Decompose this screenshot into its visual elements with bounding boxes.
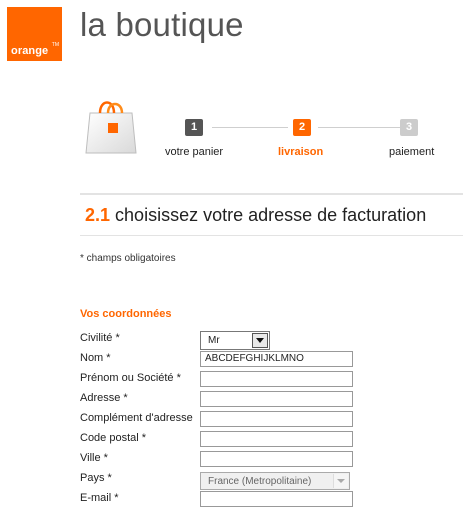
prenom-field[interactable] (200, 371, 353, 387)
shopping-bag-icon (85, 101, 137, 154)
email-label: E-mail * (80, 492, 119, 504)
nom-field[interactable] (200, 351, 353, 367)
email-field[interactable] (200, 491, 353, 507)
adresse-field[interactable] (200, 391, 353, 407)
prenom-label: Prénom ou Société * (80, 372, 181, 384)
pays-select[interactable]: France (Metropolitaine) (200, 472, 350, 490)
step-2-badge: 2 (293, 119, 311, 136)
logo-tm: TM (51, 42, 59, 48)
site-title: la boutique (80, 6, 244, 43)
pays-label: Pays * (80, 472, 112, 484)
civilite-value: Mr (208, 335, 220, 346)
step-connector (318, 127, 402, 128)
chevron-down-icon (333, 474, 348, 488)
complement-label: Complément d'adresse (80, 412, 193, 424)
section-heading: 2.1 choisissez votre adresse de facturat… (85, 205, 426, 226)
logo-text: orange (11, 45, 49, 57)
pays-value: France (Metropolitaine) (208, 476, 312, 487)
code-postal-label: Code postal * (80, 432, 147, 444)
civilite-select[interactable]: Mr (200, 331, 270, 350)
code-postal-field[interactable] (200, 431, 353, 447)
section-number: 2.1 (85, 205, 111, 225)
chevron-down-icon[interactable] (252, 333, 268, 348)
required-fields-note: * champs obligatoires (80, 253, 176, 264)
step-connector (212, 127, 288, 128)
civilite-label: Civilité * (80, 332, 120, 344)
step-3-badge: 3 (400, 119, 418, 136)
step-2-label: livraison (278, 146, 324, 158)
complement-field[interactable] (200, 411, 353, 427)
ville-field[interactable] (200, 451, 353, 467)
nom-label: Nom * (80, 352, 111, 364)
section-divider (80, 193, 463, 195)
section-title: choisissez votre adresse de facturation (115, 205, 427, 225)
orange-logo[interactable]: orange TM (7, 7, 62, 61)
adresse-label: Adresse * (80, 392, 128, 404)
section-divider (80, 235, 463, 236)
ville-label: Ville * (80, 452, 108, 464)
step-1-label[interactable]: votre panier (165, 146, 223, 158)
step-1-badge: 1 (185, 119, 203, 136)
step-3-label: paiement (389, 146, 435, 158)
form-section-title: Vos coordonnées (80, 308, 172, 320)
